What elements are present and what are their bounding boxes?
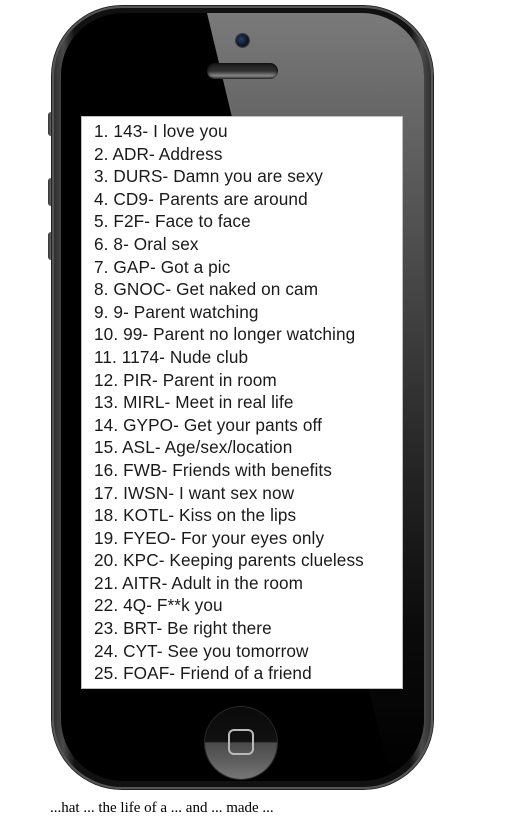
list-item: 13. MIRL- Meet in real life <box>94 392 294 413</box>
list-item: 7. GAP- Got a pic <box>94 256 231 277</box>
home-button[interactable] <box>205 707 277 779</box>
list-item: 15. ASL- Age/sex/location <box>94 437 293 458</box>
list-item: 20. KPC- Keeping parents clueless <box>94 550 364 571</box>
cut-off-caption: ...hat ... the life of a ... and ... mad… <box>50 800 274 816</box>
front-camera-icon <box>236 34 249 47</box>
list-item: 19. FYEO- For your eyes only <box>94 527 325 548</box>
list-item: 6. 8- Oral sex <box>94 233 199 254</box>
list-item: 16. FWB- Friends with benefits <box>94 459 332 480</box>
list-item: 23. BRT- Be right there <box>94 618 272 639</box>
list-item: 11. 1174- Nude club <box>94 346 249 367</box>
list-item: 3. DURS- Damn you are sexy <box>94 166 323 187</box>
list-item: 22. 4Q- F**k you <box>94 595 223 616</box>
earpiece-speaker <box>207 63 278 79</box>
list-item: 1. 143- I love you <box>94 121 228 141</box>
list-item: 17. IWSN- I want sex now <box>94 482 295 503</box>
phone-screen: 1. 143- I love you 2. ADR- Address 3. DU… <box>81 116 403 689</box>
list-item: 4. CD9- Parents are around <box>94 188 308 209</box>
list-item: 9. 9- Parent watching <box>94 301 259 322</box>
list-item: 5. F2F- Face to face <box>94 211 251 232</box>
slang-list: 1. 143- I love you 2. ADR- Address 3. DU… <box>94 120 402 685</box>
list-item: 25. FOAF- Friend of a friend <box>94 663 312 684</box>
list-item: 8. GNOC- Get naked on cam <box>94 279 319 300</box>
list-item: 2. ADR- Address <box>94 143 223 164</box>
list-item: 24. CYT- See you tomorrow <box>94 640 309 661</box>
list-item: 14. GYPO- Get your pants off <box>94 414 322 435</box>
list-item: 18. KOTL- Kiss on the lips <box>94 505 297 526</box>
list-item: 12. PIR- Parent in room <box>94 369 277 390</box>
home-square-icon <box>228 729 254 755</box>
list-item: 10. 99- Parent no longer watching <box>94 324 356 345</box>
list-item: 21. AITR- Adult in the room <box>94 572 304 593</box>
